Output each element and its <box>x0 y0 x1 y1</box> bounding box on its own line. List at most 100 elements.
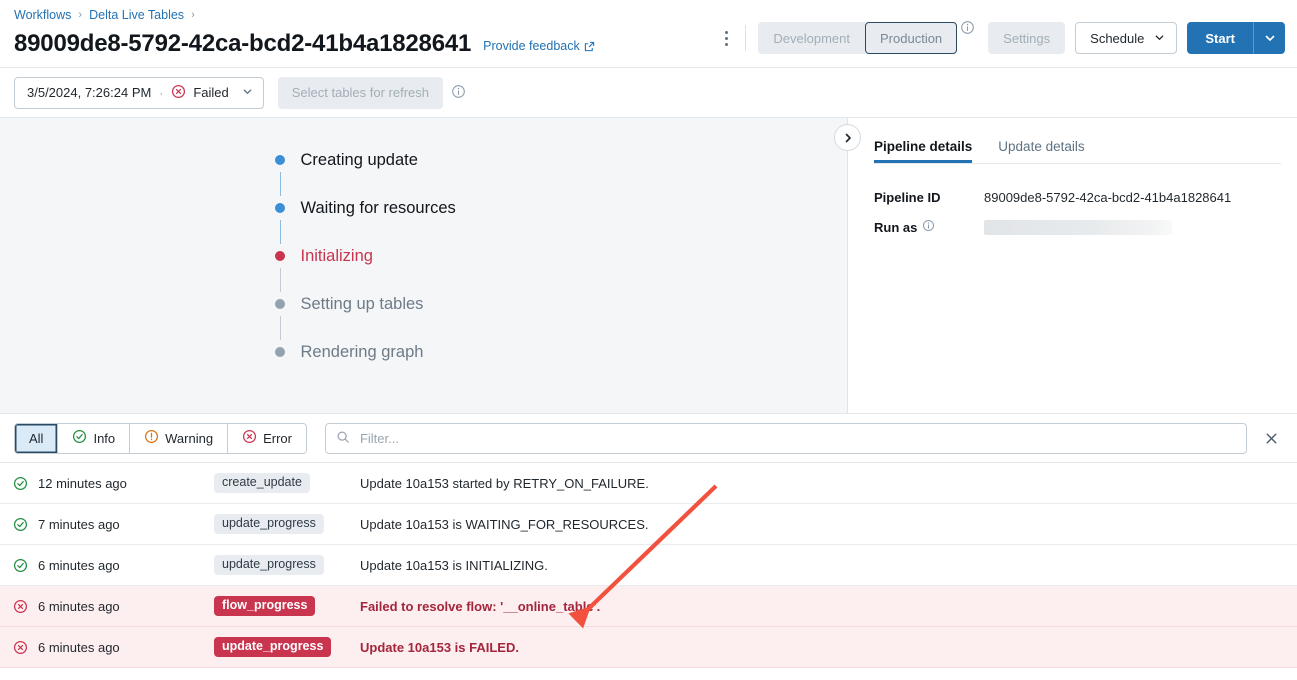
status-badge: flow_progress <box>214 596 315 617</box>
timeline-step-label: Creating update <box>301 151 418 170</box>
log-message: Failed to resolve flow: '__online_table'… <box>360 599 600 614</box>
timeline-step-label: Waiting for resources <box>301 199 456 218</box>
error-circle-icon <box>12 598 28 614</box>
log-search-field[interactable] <box>325 423 1247 454</box>
table-row[interactable]: 6 minutes ago update_progress Update 10a… <box>0 545 1297 586</box>
header-divider <box>745 25 746 51</box>
timeline-connector <box>280 220 281 244</box>
timeline-dot-icon <box>275 203 285 213</box>
timeline-step-label: Initializing <box>301 247 373 266</box>
log-event-type-cell: create_update <box>214 473 360 494</box>
log-level-filter-group: All Info Warning <box>14 423 307 454</box>
log-search-input[interactable] <box>358 430 1236 447</box>
detail-key-label: Run as <box>874 220 917 235</box>
timeline-connector <box>280 316 281 340</box>
table-row[interactable]: 7 minutes ago update_progress Update 10a… <box>0 504 1297 545</box>
table-row[interactable]: 12 minutes ago create_update Update 10a1… <box>0 463 1297 504</box>
start-button[interactable]: Start <box>1187 22 1253 54</box>
timeline-dot-icon <box>275 251 285 261</box>
kebab-dot-icon <box>725 31 728 34</box>
details-pane: Pipeline details Update details Pipeline… <box>848 118 1297 413</box>
external-link-icon <box>584 41 595 52</box>
kebab-dot-icon <box>725 37 728 40</box>
details-tabs: Pipeline details Update details <box>874 118 1281 164</box>
timeline-step-creating-update: Creating update <box>259 148 589 172</box>
timeline-step-waiting-for-resources: Waiting for resources <box>259 196 589 220</box>
timeline-dot-icon <box>275 155 285 165</box>
settings-button[interactable]: Settings <box>988 22 1065 54</box>
run-status-label: Failed <box>193 85 228 100</box>
check-circle-icon <box>12 516 28 532</box>
detail-value-pipeline-id: 89009de8-5792-42ca-bcd2-41b4a1828641 <box>984 190 1231 205</box>
status-badge: update_progress <box>214 555 324 576</box>
detail-row-pipeline-id: Pipeline ID 89009de8-5792-42ca-bcd2-41b4… <box>874 182 1281 212</box>
collapse-panel-button[interactable] <box>834 124 861 151</box>
page-title: 89009de8-5792-42ca-bcd2-41b4a1828641 <box>14 32 471 56</box>
environment-toggle: Development Production <box>758 22 957 54</box>
start-button-group: Start <box>1187 22 1285 54</box>
kebab-dot-icon <box>725 43 728 46</box>
check-circle-icon <box>12 475 28 491</box>
log-filter-all[interactable]: All <box>15 424 58 453</box>
select-tables-info-icon[interactable] <box>451 84 466 102</box>
log-event-type-cell: update_progress <box>214 555 360 576</box>
run-subheader: 3/5/2024, 7:26:24 PM · Failed Select tab… <box>0 68 1297 118</box>
breadcrumb-item-workflows[interactable]: Workflows <box>14 8 71 22</box>
log-message: Update 10a153 is FAILED. <box>360 640 519 655</box>
table-row[interactable]: 6 minutes ago update_progress Update 10a… <box>0 627 1297 668</box>
header-actions: Development Production Settings Schedule… <box>713 22 1285 54</box>
error-circle-icon <box>242 429 257 447</box>
log-event-type-cell: flow_progress <box>214 596 360 617</box>
timeline-step-rendering-graph: Rendering graph <box>259 340 589 364</box>
detail-key: Pipeline ID <box>874 190 984 205</box>
environment-option-production[interactable]: Production <box>865 22 957 54</box>
breadcrumb: Workflows › Delta Live Tables › <box>14 0 1285 24</box>
chevron-down-icon <box>242 85 253 100</box>
timeline-step-label: Rendering graph <box>301 343 424 362</box>
table-row[interactable]: 6 minutes ago flow_progress Failed to re… <box>0 586 1297 627</box>
log-filter-label: Warning <box>165 431 213 446</box>
log-filter-label: Info <box>93 431 115 446</box>
log-timestamp: 7 minutes ago <box>38 517 214 532</box>
log-message: Update 10a153 started by RETRY_ON_FAILUR… <box>360 476 649 491</box>
provide-feedback-link[interactable]: Provide feedback <box>483 39 595 53</box>
schedule-button[interactable]: Schedule <box>1075 22 1177 54</box>
log-filter-warning[interactable]: Warning <box>130 424 228 453</box>
timeline-step-setting-up-tables: Setting up tables <box>259 292 589 316</box>
close-log-panel-button[interactable] <box>1261 427 1283 449</box>
select-tables-for-refresh-button[interactable]: Select tables for refresh <box>278 77 443 109</box>
event-log-toolbar: All Info Warning <box>0 414 1297 462</box>
detail-key: Run as <box>874 219 984 235</box>
warning-circle-icon <box>144 429 159 447</box>
update-progress-timeline: Creating update Waiting for resources In… <box>259 148 589 364</box>
log-filter-label: Error <box>263 431 292 446</box>
tab-pipeline-details[interactable]: Pipeline details <box>874 139 972 163</box>
timeline-connector <box>280 172 281 196</box>
timeline-step-initializing: Initializing <box>259 244 589 268</box>
run-timestamp: 3/5/2024, 7:26:24 PM <box>27 85 151 100</box>
run-as-info-icon[interactable] <box>922 219 935 235</box>
environment-info-icon[interactable] <box>960 20 976 36</box>
schedule-label: Schedule <box>1090 31 1144 46</box>
status-badge: create_update <box>214 473 310 494</box>
log-filter-info[interactable]: Info <box>58 424 130 453</box>
run-separator: · <box>159 86 163 100</box>
run-selector[interactable]: 3/5/2024, 7:26:24 PM · Failed <box>14 77 264 109</box>
details-field-list: Pipeline ID 89009de8-5792-42ca-bcd2-41b4… <box>874 164 1281 242</box>
log-timestamp: 6 minutes ago <box>38 599 214 614</box>
start-dropdown-button[interactable] <box>1253 22 1285 54</box>
page-header: Workflows › Delta Live Tables › 89009de8… <box>0 0 1297 68</box>
check-circle-icon <box>72 429 87 447</box>
tab-update-details[interactable]: Update details <box>998 139 1084 163</box>
breadcrumb-separator-icon: › <box>191 9 195 21</box>
environment-option-development[interactable]: Development <box>758 22 865 54</box>
more-options-button[interactable] <box>713 25 739 51</box>
detail-value-run-as-redacted <box>984 220 1172 235</box>
timeline-dot-icon <box>275 299 285 309</box>
breadcrumb-item-delta-live-tables[interactable]: Delta Live Tables <box>89 8 184 22</box>
chevron-down-icon <box>1154 31 1165 46</box>
search-icon <box>336 430 350 447</box>
run-status-error-icon <box>171 84 186 102</box>
log-filter-error[interactable]: Error <box>228 424 306 453</box>
pipeline-graph-pane: Creating update Waiting for resources In… <box>0 118 847 413</box>
